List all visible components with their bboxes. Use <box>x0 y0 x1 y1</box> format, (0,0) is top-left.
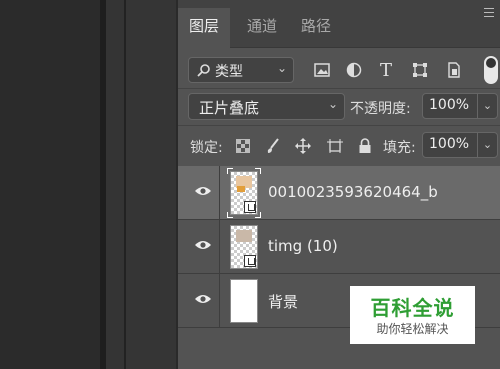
panel-tabs: 图层 通道 路径 <box>178 0 500 48</box>
collapsed-dock <box>126 0 176 369</box>
tab-paths[interactable]: 路径 <box>292 8 340 44</box>
fill-value: 100% <box>429 136 470 152</box>
divider <box>178 88 500 89</box>
lock-transparency-icon[interactable] <box>234 137 252 155</box>
dock-gap <box>106 0 124 369</box>
lock-label: 锁定: <box>190 140 223 156</box>
filter-type-label: 类型 <box>215 64 243 80</box>
search-icon <box>197 63 211 81</box>
eye-icon[interactable] <box>194 185 212 197</box>
opacity-value: 100% <box>429 97 470 113</box>
layer-name[interactable]: 0010023593620464_b <box>268 183 438 201</box>
layer-row[interactable]: timg (10) <box>178 220 500 274</box>
blend-mode-value: 正片叠底 <box>199 99 260 117</box>
chevron-down-icon[interactable]: ⌄ <box>477 94 497 118</box>
layer-name[interactable]: 背景 <box>268 291 298 312</box>
lock-position-move-icon[interactable] <box>294 137 312 155</box>
chevron-down-icon: ⌄ <box>276 61 287 75</box>
shape-filter-icon[interactable] <box>410 60 430 80</box>
chevron-down-icon: ⌄ <box>327 97 338 111</box>
watermark-title: 百科全说 <box>370 296 455 320</box>
panel-menu-icon[interactable] <box>484 8 494 20</box>
lock-artboard-icon[interactable] <box>326 137 344 155</box>
lock-pixels-brush-icon[interactable] <box>264 137 282 155</box>
adjustment-filter-icon[interactable] <box>344 60 364 80</box>
divider <box>178 125 500 126</box>
fill-field[interactable]: 100% ⌄ <box>422 132 498 158</box>
filter-type-select[interactable]: 类型 ⌄ <box>188 57 294 83</box>
type-filter-icon[interactable]: T <box>376 60 396 81</box>
filter-toggle[interactable] <box>484 56 498 84</box>
opacity-field[interactable]: 100% ⌄ <box>422 93 498 119</box>
tab-layers[interactable]: 图层 <box>178 8 230 48</box>
layer-row[interactable]: 0010023593620464_b <box>178 166 500 220</box>
filter-row: 类型 ⌄ T <box>178 48 500 88</box>
chevron-down-icon[interactable]: ⌄ <box>477 133 497 157</box>
blend-row: 正片叠底 ⌄ 不透明度: 100% ⌄ <box>178 90 500 122</box>
smart-object-filter-icon[interactable] <box>444 60 464 80</box>
photoshop-workspace: 图层 通道 路径 类型 ⌄ T 正片叠底 ⌄ 不透明度: 100% ⌄ 锁定: … <box>0 0 500 369</box>
layer-thumbnail[interactable] <box>230 279 258 323</box>
smart-object-badge-icon <box>244 255 256 267</box>
eye-icon[interactable] <box>194 293 212 305</box>
blend-mode-select[interactable]: 正片叠底 ⌄ <box>188 93 345 120</box>
canvas-area[interactable] <box>0 0 100 369</box>
lock-row: 锁定: 填充: 100% ⌄ <box>178 128 500 162</box>
layer-thumbnail[interactable] <box>230 171 258 215</box>
watermark-logo: 百科全说 助你轻松解决 <box>350 286 475 344</box>
image-filter-icon[interactable] <box>312 60 332 80</box>
opacity-label: 不透明度: <box>350 101 411 117</box>
layer-thumbnail[interactable] <box>230 225 258 269</box>
layer-name[interactable]: timg (10) <box>268 237 338 255</box>
lock-all-icon[interactable] <box>356 137 374 155</box>
fill-label: 填充: <box>383 140 416 156</box>
tab-channels[interactable]: 通道 <box>238 8 286 44</box>
eye-icon[interactable] <box>194 239 212 251</box>
watermark-subtitle: 助你轻松解决 <box>376 322 449 336</box>
